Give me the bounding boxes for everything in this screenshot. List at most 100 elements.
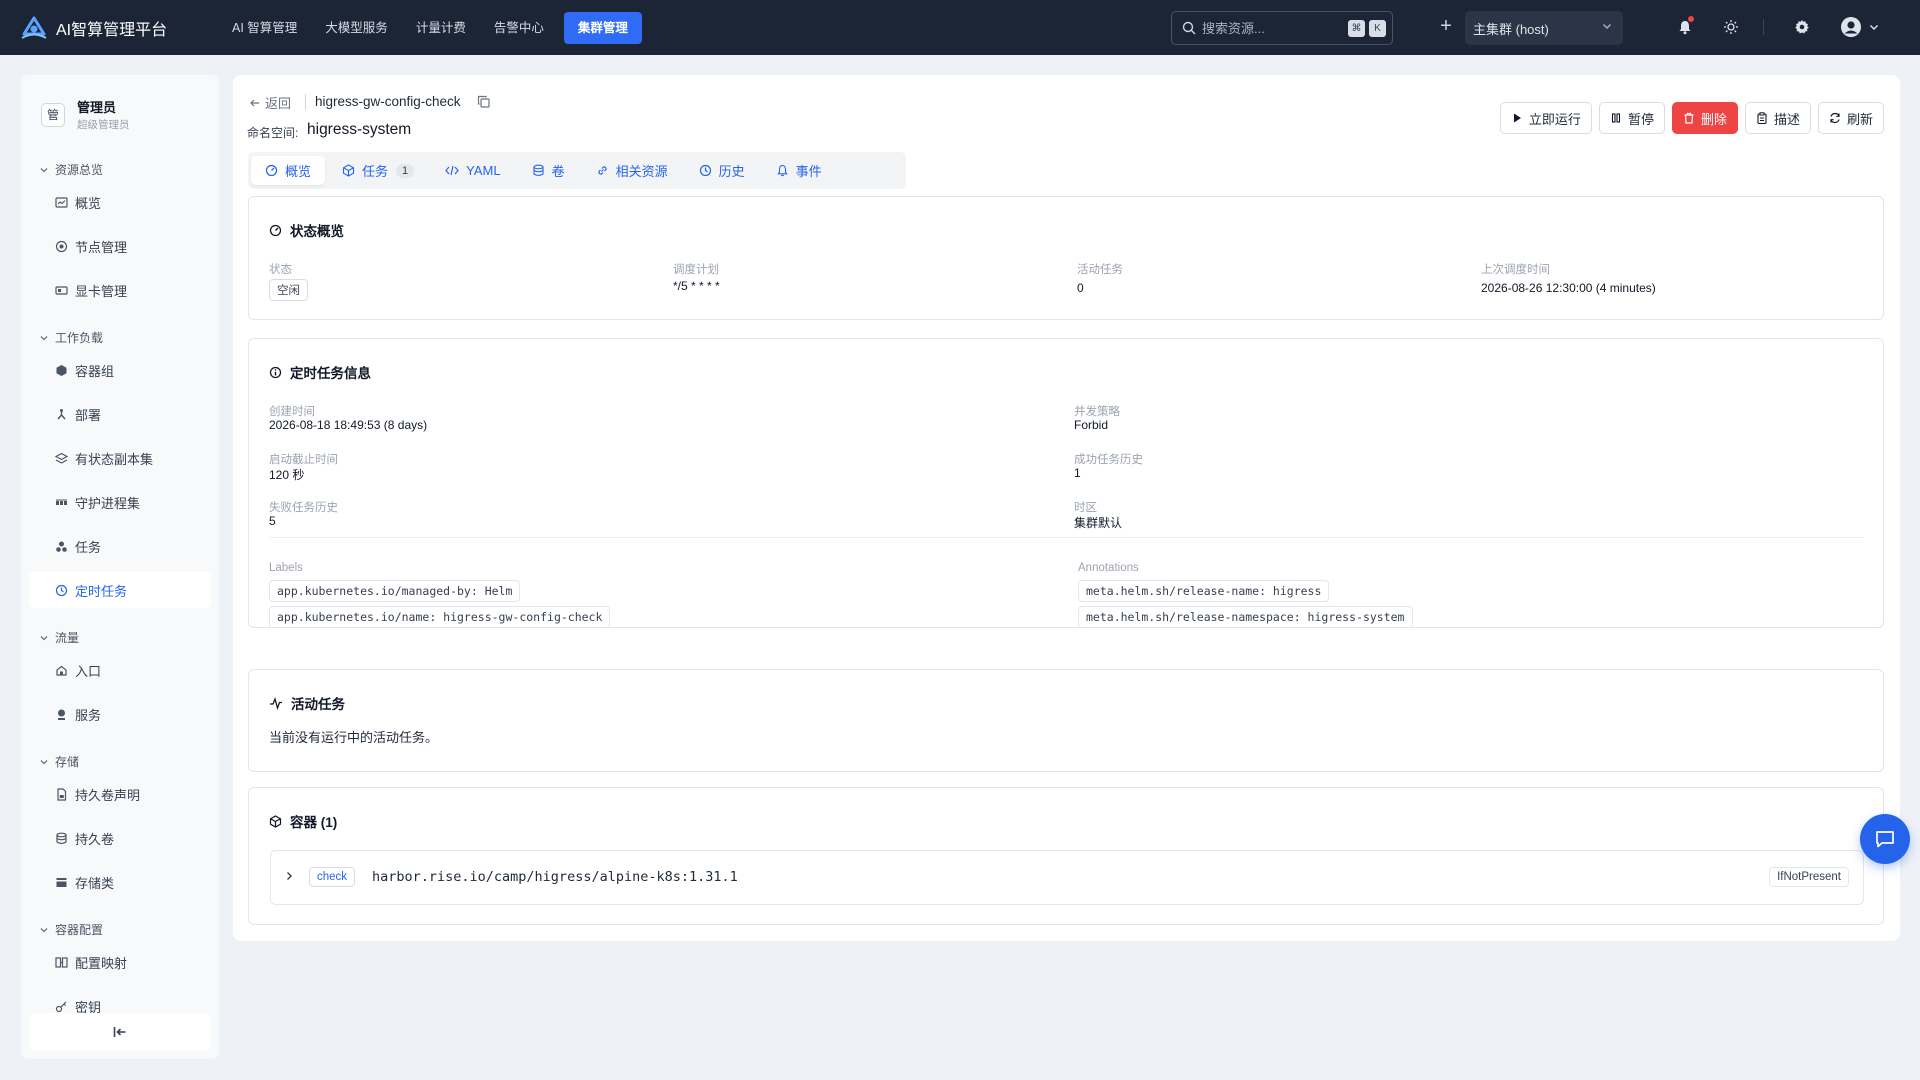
state-label: 状态 xyxy=(269,264,292,276)
play-icon xyxy=(1513,113,1521,123)
nav-ai-compute[interactable]: AI 智算管理 xyxy=(218,12,311,44)
created-label: 创建时间 xyxy=(269,406,315,418)
sidebar-item-label: 持久卷 xyxy=(75,831,115,847)
label-tag: app.kubernetes.io/managed-by: Helm xyxy=(269,580,521,602)
tab-label: 相关资源 xyxy=(615,164,668,179)
sidebar-group-workload[interactable]: 工作负载 xyxy=(39,329,103,346)
top-nav: AI 智算管理 大模型服务 计量计费 告警中心 集群管理 xyxy=(218,11,642,44)
sidebar-item-label: 存储类 xyxy=(75,875,115,891)
sidebar-group-overview[interactable]: 资源总览 xyxy=(39,161,103,178)
sidebar-item-pv[interactable]: 持久卷 xyxy=(29,820,211,856)
describe-button[interactable]: 描述 xyxy=(1744,102,1811,134)
run-now-label: 立即运行 xyxy=(1528,111,1581,127)
job-icon xyxy=(54,539,68,553)
sidebar-item-gpu[interactable]: 显卡管理 xyxy=(29,272,211,308)
sidebar-group-traffic[interactable]: 流量 xyxy=(39,629,79,646)
sidebar-item-nodes[interactable]: 节点管理 xyxy=(29,228,211,264)
failed-history-label: 失败任务历史 xyxy=(269,502,338,514)
sidebar-item-statefulsets[interactable]: 有状态副本集 xyxy=(29,440,211,476)
sidebar-item-label: 定时任务 xyxy=(75,583,128,599)
card-title-text: 容器 (1) xyxy=(290,815,338,830)
page-title: higress-gw-config-check xyxy=(315,94,461,109)
state-badge: 空闲 xyxy=(269,279,308,301)
cluster-select-value: 主集群 (host) xyxy=(1473,21,1549,37)
nav-alerts[interactable]: 告警中心 xyxy=(480,12,558,44)
tab-related-resources[interactable]: 相关资源 xyxy=(582,156,682,185)
tab-history[interactable]: 历史 xyxy=(685,156,759,185)
timezone-label: 时区 xyxy=(1074,502,1097,514)
tab-volumes[interactable]: 卷 xyxy=(518,156,579,185)
trash-icon xyxy=(1684,112,1694,124)
pause-button[interactable]: 暂停 xyxy=(1598,102,1665,134)
failed-history-value: 5 xyxy=(269,514,276,528)
theme-sun-icon[interactable] xyxy=(1720,16,1742,38)
sidebar-item-daemonsets[interactable]: 守护进程集 xyxy=(29,484,211,520)
image-pull-policy-badge: IfNotPresent xyxy=(1769,867,1849,887)
back-link[interactable]: 返回 xyxy=(249,93,291,112)
sidebar-item-deployments[interactable]: 部署 xyxy=(29,396,211,432)
cluster-select[interactable]: 主集群 (host) xyxy=(1465,11,1623,45)
sidebar-group-label: 流量 xyxy=(55,631,80,645)
storage-class-icon xyxy=(54,875,68,889)
notification-bell-icon[interactable] xyxy=(1674,16,1696,38)
tab-events[interactable]: 事件 xyxy=(762,156,836,185)
cronjob-info-card: 定时任务信息 创建时间 2026-08-18 18:49:53 (8 days)… xyxy=(248,338,1884,628)
app-logo[interactable]: AI智算管理平台 xyxy=(20,14,200,42)
deadline-value: 120 秒 xyxy=(269,468,305,482)
sidebar-group-config[interactable]: 容器配置 xyxy=(39,921,103,938)
copy-icon[interactable] xyxy=(477,95,490,108)
main-panel: 返回 higress-gw-config-check 命名空间: higress… xyxy=(233,75,1900,941)
sidebar-item-label: 概览 xyxy=(75,195,102,211)
nav-llm-service[interactable]: 大模型服务 xyxy=(311,12,402,44)
avatar: 管 xyxy=(41,102,65,127)
container-row[interactable]: check harbor.rise.io/camp/higress/alpine… xyxy=(270,850,1864,905)
file-lock-icon xyxy=(54,787,68,801)
settings-gear-icon[interactable] xyxy=(1791,16,1813,38)
sidebar-item-overview[interactable]: 概览 xyxy=(29,184,211,220)
sidebar-collapse-button[interactable] xyxy=(29,1013,211,1051)
sidebar-item-configmap[interactable]: 配置映射 xyxy=(29,944,211,980)
tab-bar: 概览 任务 1 YAML 卷 相关资源 历史 事件 xyxy=(248,152,906,189)
user-menu[interactable] xyxy=(1840,16,1880,38)
sidebar-item-pvc[interactable]: 持久卷声明 xyxy=(29,776,211,812)
run-now-button[interactable]: 立即运行 xyxy=(1499,102,1592,134)
delete-button[interactable]: 删除 xyxy=(1671,102,1738,134)
search-input[interactable] xyxy=(1202,20,1342,36)
chevron-right-icon[interactable] xyxy=(283,870,295,882)
sidebar-item-storageclass[interactable]: 存储类 xyxy=(29,864,211,900)
chat-button[interactable] xyxy=(1860,814,1910,864)
nav-billing[interactable]: 计量计费 xyxy=(402,12,480,44)
containers-card: 容器 (1) check harbor.rise.io/camp/higress… xyxy=(248,787,1884,925)
sidebar-item-label: 配置映射 xyxy=(75,955,128,971)
search-box[interactable]: ⌘ K xyxy=(1171,11,1393,45)
nav-cluster-management[interactable]: 集群管理 xyxy=(563,11,642,44)
gauge-icon xyxy=(269,224,282,236)
sidebar-item-pods[interactable]: 容器组 xyxy=(29,352,211,388)
deadline-label: 启动截止时间 xyxy=(269,454,338,466)
user-avatar-icon xyxy=(1841,17,1861,37)
success-history-label: 成功任务历史 xyxy=(1074,454,1143,466)
sidebar-item-ingress[interactable]: 入口 xyxy=(29,652,211,688)
collapse-left-icon xyxy=(113,1027,126,1037)
action-bar: 立即运行 暂停 删除 描述 刷新 xyxy=(1499,102,1884,134)
card-title-text: 定时任务信息 xyxy=(290,366,371,381)
sidebar-item-cronjobs[interactable]: 定时任务 xyxy=(29,572,211,608)
pod-cube-icon xyxy=(54,363,68,377)
sidebar-item-jobs[interactable]: 任务 xyxy=(29,528,211,564)
chevron-down-icon xyxy=(1603,24,1611,29)
add-icon[interactable]: + xyxy=(1435,16,1457,38)
active-jobs-value: 0 xyxy=(1077,281,1084,295)
tab-yaml[interactable]: YAML xyxy=(431,156,514,185)
refresh-button[interactable]: 刷新 xyxy=(1817,102,1884,134)
sidebar-item-services[interactable]: 服务 xyxy=(29,696,211,732)
schedule-value: */5 * * * * xyxy=(673,279,720,293)
tab-label: 历史 xyxy=(718,164,745,179)
sidebar-group-storage[interactable]: 存储 xyxy=(39,753,79,770)
cronjob-info-title: 定时任务信息 xyxy=(269,362,371,382)
user-name: 管理员 xyxy=(77,100,117,115)
tab-jobs[interactable]: 任务 1 xyxy=(328,156,428,185)
tab-label: 卷 xyxy=(551,164,565,179)
tab-overview[interactable]: 概览 xyxy=(251,156,326,185)
notification-dot xyxy=(1688,16,1694,22)
back-label: 返回 xyxy=(265,96,292,111)
